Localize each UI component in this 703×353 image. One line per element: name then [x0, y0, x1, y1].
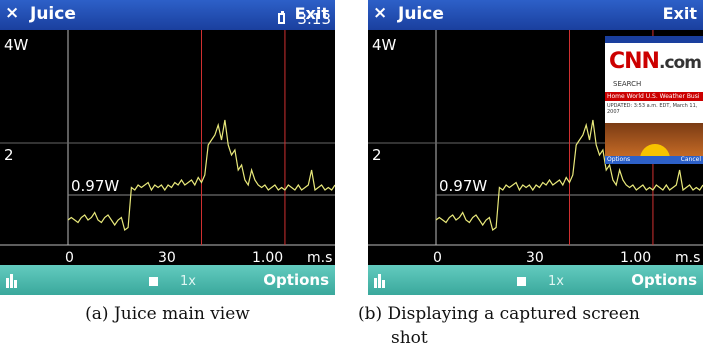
- y-tick-4w: 4W: [4, 36, 29, 54]
- thumbnail-nav-bar: Home World U.S. Weather Busi: [605, 92, 703, 101]
- captured-screenshot-thumbnail[interactable]: CNN.com SEARCH Home World U.S. Weather B…: [605, 36, 703, 164]
- x-tick-30: 30: [526, 250, 544, 265]
- caption-b-line2: shot: [391, 328, 428, 348]
- options-button[interactable]: Options: [263, 271, 329, 289]
- caption-b-line1: (b) Displaying a captured screen: [358, 304, 640, 324]
- battery-icon: [278, 11, 285, 24]
- x-tick-0: 0: [65, 250, 74, 265]
- bottom-toolbar: 1x Options: [0, 265, 335, 295]
- app-title: Juice: [30, 4, 76, 24]
- thumbnail-softkeys: Options Cancel: [605, 156, 703, 164]
- options-button[interactable]: Options: [631, 271, 697, 289]
- juice-screenshot-view: × Juice Exit 4W 2 0.97W 0 30 1.00 m.s CN…: [368, 0, 703, 295]
- y-tick-4w: 4W: [372, 36, 397, 54]
- juice-main-view: × Juice Exit 4W 2 0.97W 0 30 1.00 m.s 3:…: [0, 0, 335, 295]
- chart-icon[interactable]: [4, 270, 24, 290]
- cnn-logo: CNN.com: [609, 49, 702, 74]
- power-plot[interactable]: 4W 2 0.97W 0 30 1.00 m.s: [0, 30, 335, 265]
- caption-b: (b) Displaying a captured screen shot: [358, 302, 703, 350]
- reference-label: 0.97W: [439, 177, 487, 195]
- x-unit-label: m.s: [307, 250, 332, 265]
- x-unit-label: m.s: [675, 250, 700, 265]
- stop-icon[interactable]: [517, 277, 526, 286]
- close-icon[interactable]: ×: [373, 3, 387, 23]
- thumbnail-news-text: UPDATED: 3:53 a.m. EDT, March 11, 2007: [607, 103, 698, 115]
- x-tick-0: 0: [433, 250, 442, 265]
- x-tick-30: 30: [158, 250, 176, 265]
- bottom-toolbar: 1x Options: [368, 265, 703, 295]
- clock-readout: 3:13: [297, 10, 331, 28]
- stop-icon[interactable]: [149, 277, 158, 286]
- thumbnail-search-label: SEARCH: [613, 80, 642, 88]
- y-tick-2: 2: [4, 146, 14, 164]
- close-icon[interactable]: ×: [5, 3, 19, 23]
- x-tick-100: 1.00: [620, 250, 651, 265]
- title-bar: × Juice Exit: [368, 0, 703, 30]
- reference-label: 0.97W: [71, 177, 119, 195]
- thumbnail-options[interactable]: Options: [607, 156, 630, 164]
- speed-label[interactable]: 1x: [180, 274, 196, 289]
- caption-a-text: (a) Juice main view: [85, 304, 250, 324]
- caption-a: (a) Juice main view: [0, 302, 335, 326]
- x-tick-100: 1.00: [252, 250, 283, 265]
- chart-icon[interactable]: [372, 270, 392, 290]
- exit-button[interactable]: Exit: [663, 4, 697, 23]
- speed-label[interactable]: 1x: [548, 274, 564, 289]
- app-title: Juice: [398, 4, 444, 24]
- thumbnail-cancel[interactable]: Cancel: [681, 156, 701, 164]
- thumbnail-title-bar: [605, 36, 703, 43]
- y-tick-2: 2: [372, 146, 382, 164]
